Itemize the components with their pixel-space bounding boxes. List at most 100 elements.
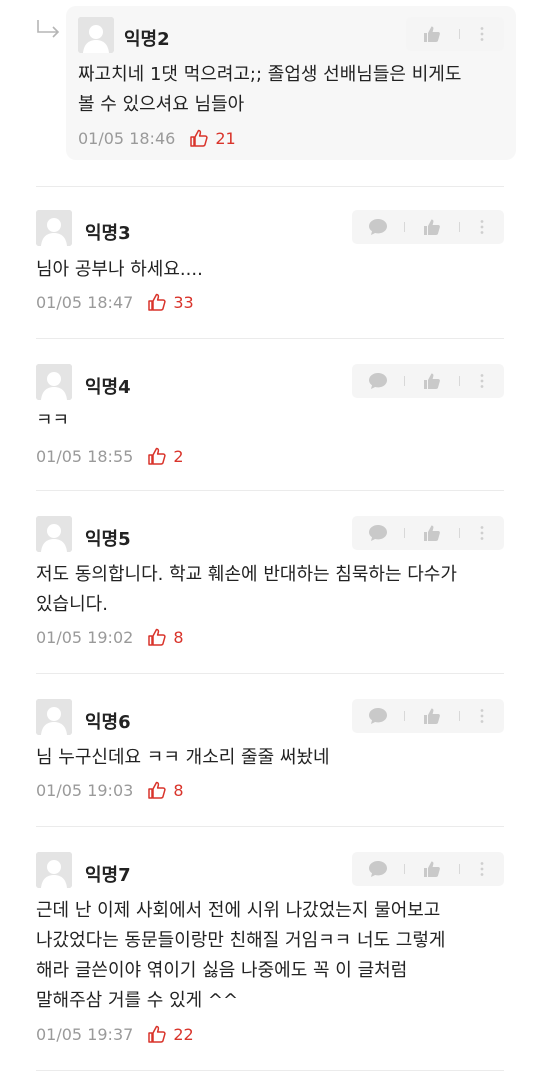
thumbs-up-icon xyxy=(424,26,440,42)
thumbs-up-icon xyxy=(424,861,440,877)
comment-actions xyxy=(352,210,504,244)
like-count: 8 xyxy=(173,627,184,647)
comment-actions xyxy=(352,516,504,550)
vertical-dots-icon xyxy=(480,526,484,540)
comment-author: 익명7 xyxy=(85,865,131,886)
thumb-outline-icon xyxy=(148,447,166,465)
comment-text: 님아 공부나 하세요.... xyxy=(36,259,203,280)
speech-bubble-icon xyxy=(369,373,387,389)
action-separator xyxy=(459,864,460,874)
like-button[interactable] xyxy=(412,852,452,886)
speech-bubble-icon xyxy=(369,525,387,541)
thumb-outline-icon xyxy=(148,1025,166,1043)
comment-timestamp: 01/05 18:46 xyxy=(78,128,176,148)
avatar xyxy=(36,516,72,552)
reply-button[interactable] xyxy=(360,516,396,550)
avatar xyxy=(36,210,72,246)
action-separator xyxy=(404,711,405,721)
comment-meta: 01/05 19:02 8 xyxy=(36,624,184,650)
comment-item: 익명4 ㅋㅋ 01/05 18:55 2 xyxy=(36,364,504,474)
avatar xyxy=(36,364,72,400)
like-count: 8 xyxy=(173,780,184,800)
comment-actions xyxy=(352,852,504,886)
comment-item: 익명6 님 누구신데요 ㅋㅋ 개소리 줄줄 써놨네 01/05 19:03 8 xyxy=(36,699,504,809)
reply-button[interactable] xyxy=(360,852,396,886)
reply-arrow-icon xyxy=(37,20,60,38)
reply-button[interactable] xyxy=(360,699,396,733)
vertical-dots-icon xyxy=(480,220,484,234)
more-options-button[interactable] xyxy=(466,364,498,398)
more-options-button[interactable] xyxy=(466,17,498,51)
comment-text: 저도 동의합니다. 학교 훼손에 반대하는 침묵하는 다수가 있습니다. xyxy=(36,564,457,615)
like-button[interactable] xyxy=(412,210,452,244)
comment-timestamp: 01/05 19:02 xyxy=(36,627,134,647)
comment-author: 익명5 xyxy=(85,529,131,550)
comment-meta: 01/05 19:37 22 xyxy=(36,1021,194,1047)
comment-author: 익명4 xyxy=(85,377,131,398)
divider xyxy=(36,1070,504,1071)
comment-timestamp: 01/05 18:55 xyxy=(36,446,134,466)
thumbs-up-icon xyxy=(424,373,440,389)
vertical-dots-icon xyxy=(480,709,484,723)
divider xyxy=(36,490,504,491)
divider xyxy=(36,338,504,339)
action-separator xyxy=(459,29,460,39)
divider xyxy=(36,826,504,827)
avatar xyxy=(36,852,72,888)
thumb-outline-icon xyxy=(148,293,166,311)
reply-button[interactable] xyxy=(360,210,396,244)
divider xyxy=(36,186,504,187)
comment-actions xyxy=(352,699,504,733)
default-profile-icon xyxy=(36,699,72,735)
action-separator xyxy=(459,222,460,232)
vertical-dots-icon xyxy=(480,374,484,388)
comment-meta: 01/05 18:55 2 xyxy=(36,443,184,469)
speech-bubble-icon xyxy=(369,861,387,877)
more-options-button[interactable] xyxy=(466,699,498,733)
comment-item: 익명7 근데 난 이제 사회에서 전에 시위 나갔었는지 물어보고 나갔었다는 … xyxy=(36,852,504,1052)
comment-meta: 01/05 19:03 8 xyxy=(36,777,184,803)
default-profile-icon xyxy=(36,516,72,552)
like-count: 22 xyxy=(173,1024,194,1044)
reply-comment: 익명2 짜고치네 1댓 먹으려고;; 졸업생 선배님들은 비게도 볼 수 있으셔… xyxy=(66,6,516,160)
comment-timestamp: 01/05 19:03 xyxy=(36,780,134,800)
like-count: 33 xyxy=(173,292,194,312)
thumb-outline-icon xyxy=(148,628,166,646)
comment-author: 익명3 xyxy=(85,223,131,244)
thumbs-up-icon xyxy=(424,219,440,235)
avatar xyxy=(36,699,72,735)
comment-meta: 01/05 18:47 33 xyxy=(36,289,194,315)
vertical-dots-icon xyxy=(480,862,484,876)
comment-author: 익명6 xyxy=(85,712,131,733)
thumbs-up-icon xyxy=(424,525,440,541)
more-options-button[interactable] xyxy=(466,516,498,550)
like-button[interactable] xyxy=(412,17,452,51)
thumb-outline-icon xyxy=(148,781,166,799)
comment-item: 익명3 님아 공부나 하세요.... 01/05 18:47 33 xyxy=(36,210,504,320)
like-button[interactable] xyxy=(412,364,452,398)
thumb-outline-icon xyxy=(190,129,208,147)
thumbs-up-icon xyxy=(424,708,440,724)
comment-text: 짜고치네 1댓 먹으려고;; 졸업생 선배님들은 비게도 볼 수 있으셔요 님들… xyxy=(78,64,462,115)
comment-text: ㅋㅋ xyxy=(36,410,70,431)
default-profile-icon xyxy=(36,852,72,888)
comment-actions xyxy=(352,364,504,398)
comment-text: 님 누구신데요 ㅋㅋ 개소리 줄줄 써놨네 xyxy=(36,747,330,768)
speech-bubble-icon xyxy=(369,708,387,724)
divider xyxy=(36,673,504,674)
like-button[interactable] xyxy=(412,699,452,733)
like-button[interactable] xyxy=(412,516,452,550)
action-separator xyxy=(404,528,405,538)
more-options-button[interactable] xyxy=(466,852,498,886)
comment-meta: 01/05 18:46 21 xyxy=(78,125,236,151)
action-separator xyxy=(459,376,460,386)
comment-author: 익명2 xyxy=(124,29,170,50)
default-profile-icon xyxy=(36,364,72,400)
reply-button[interactable] xyxy=(360,364,396,398)
more-options-button[interactable] xyxy=(466,210,498,244)
vertical-dots-icon xyxy=(480,27,484,41)
comment-item: 익명5 저도 동의합니다. 학교 훼손에 반대하는 침묵하는 다수가 있습니다.… xyxy=(36,516,504,656)
action-separator xyxy=(404,376,405,386)
speech-bubble-icon xyxy=(369,219,387,235)
action-separator xyxy=(404,864,405,874)
